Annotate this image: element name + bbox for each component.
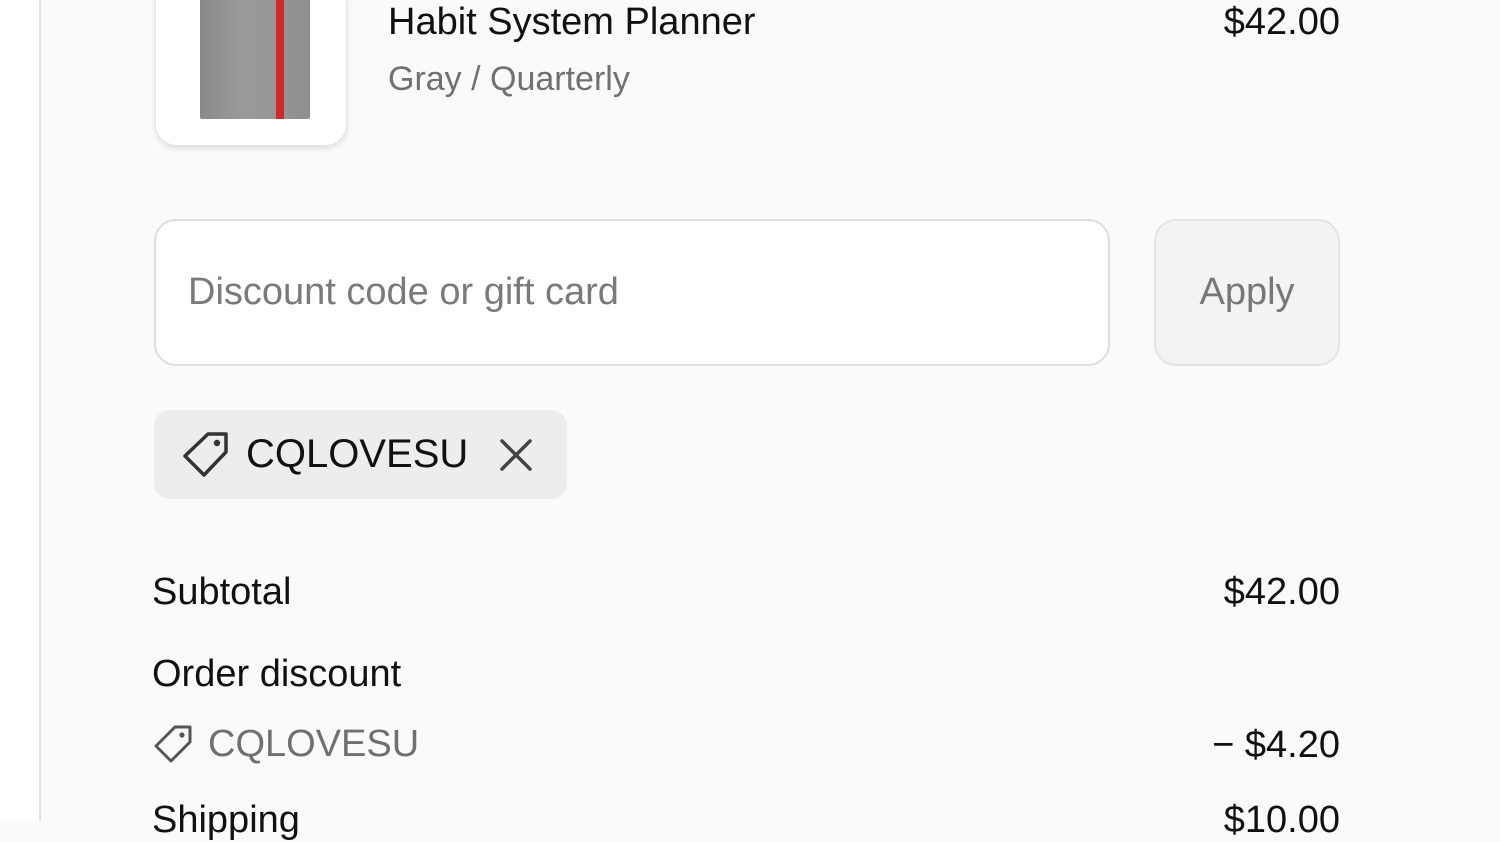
product-thumbnail [155,0,347,146]
shipping-value: $10.00 [1223,799,1340,841]
product-variant: Gray / Quarterly [388,60,630,98]
planner-image [200,0,310,119]
discount-code-input[interactable] [154,219,1110,366]
order-discount-label: Order discount [152,653,402,695]
apply-button[interactable]: Apply [1154,219,1340,366]
product-price: $42.00 [1223,1,1340,43]
planner-band [276,0,284,119]
subtotal-label: Subtotal [152,571,292,613]
page-left-border [0,0,41,821]
tag-icon [180,429,232,481]
shipping-label: Shipping [152,799,300,841]
applied-discount-chip: CQLOVESU [154,410,567,499]
order-discount-detail: CQLOVESU [152,722,419,766]
applied-discount-code: CQLOVESU [246,432,469,476]
order-discount-code: CQLOVESU [208,723,420,765]
product-name: Habit System Planner [388,1,756,43]
subtotal-value: $42.00 [1223,571,1340,613]
close-icon[interactable] [496,435,536,475]
tag-icon [152,723,194,765]
order-discount-value: − $4.20 [1212,724,1340,766]
